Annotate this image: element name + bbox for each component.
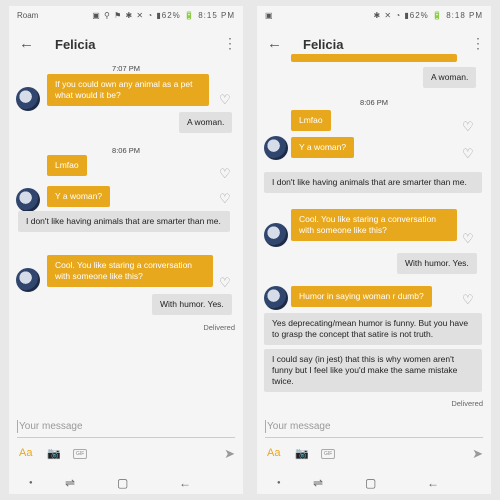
message-placeholder: Your message [267,421,331,432]
sent-bubble: Y a woman? [47,186,111,207]
contact-name: Felicia [55,37,96,52]
more-vert-icon[interactable]: ⋮ [471,35,485,52]
send-icon[interactable]: ➤ [472,446,483,462]
contact-name: Felicia [303,37,344,52]
delivered-status: Delivered [203,323,235,332]
avatar[interactable] [16,188,40,212]
nav-back-icon[interactable]: ← [427,476,439,490]
sent-bubble-partial [291,54,457,62]
sent-bubble: Cool. You like staring a conversation wi… [47,255,213,287]
dot-indicator: ● [277,480,281,486]
heart-icon[interactable]: ♡ [462,146,474,162]
heart-icon[interactable]: ♡ [219,92,231,108]
sent-bubble: Cool. You like staring a conversation wi… [291,209,457,241]
send-icon[interactable]: ➤ [224,446,235,462]
recent-apps-icon[interactable]: ⇌ [65,476,75,490]
received-bubble: With humor. Yes. [152,294,232,315]
status-icons: ▣ ⚲ ⚑ ✱ ✕ ◔ ▮62% 🔋 8:15 PM [92,11,235,20]
received-bubble: A woman. [179,112,233,133]
text-caret [17,420,18,433]
received-bubble: Yes deprecating/mean humor is funny. But… [264,313,482,345]
heart-icon[interactable]: ♡ [219,275,231,291]
received-bubble: A woman. [423,67,477,88]
avatar[interactable] [264,136,288,160]
message-input[interactable]: Your message [9,413,243,443]
home-icon[interactable]: ▢ [365,476,376,490]
timestamp: 8:06 PM [112,146,140,155]
received-bubble: With humor. Yes. [397,253,477,274]
heart-icon[interactable]: ♡ [462,292,474,308]
gif-button[interactable]: GIF [73,449,88,459]
avatar[interactable] [16,87,40,111]
input-underline [265,437,483,438]
avatar[interactable] [264,286,288,310]
status-bar: ▣ ✱ ✕ ◔ ▮62% 🔋 8:18 PM [257,6,491,26]
heart-icon[interactable]: ♡ [219,166,231,182]
text-format-button[interactable]: Aa [19,447,32,459]
received-bubble: I could say (in jest) that this is why w… [264,349,482,392]
sent-bubble: If you could own any animal as a pet wha… [47,74,209,106]
system-nav-bar: ● ⇌ ▢ ← [257,472,491,494]
home-icon[interactable]: ▢ [117,476,128,490]
received-bubble: I don't like having animals that are sma… [264,172,482,193]
sent-bubble: Y a woman? [291,137,355,158]
text-caret [265,420,266,433]
composer-toolbar: Aa 📷 GIF ➤ [257,443,491,467]
chat-screen-left: Roam ▣ ⚲ ⚑ ✱ ✕ ◔ ▮62% 🔋 8:15 PM ← Felici… [9,6,243,494]
timestamp: 8:06 PM [360,98,388,107]
message-input[interactable]: Your message [257,413,491,443]
heart-icon[interactable]: ♡ [462,119,474,135]
back-arrow-icon[interactable]: ← [267,35,282,52]
system-nav-bar: ● ⇌ ▢ ← [9,472,243,494]
notification-icon: ▣ [265,11,273,20]
chat-header: ← Felicia ⋮ [9,26,243,64]
input-underline [17,437,235,438]
avatar[interactable] [264,223,288,247]
sent-bubble: Lmfao [291,110,331,131]
gif-button[interactable]: GIF [321,449,336,459]
camera-icon[interactable]: 📷 [47,447,61,460]
back-arrow-icon[interactable]: ← [19,35,34,52]
sent-bubble: Lmfao [47,155,87,176]
nav-back-icon[interactable]: ← [179,476,191,490]
camera-icon[interactable]: 📷 [295,447,309,460]
delivered-status: Delivered [451,399,483,408]
message-placeholder: Your message [19,421,83,432]
carrier-label: Roam [17,11,39,20]
more-vert-icon[interactable]: ⋮ [223,35,237,52]
sent-bubble: Humor in saying woman r dumb? [291,286,432,307]
heart-icon[interactable]: ♡ [462,231,474,247]
heart-icon[interactable]: ♡ [219,191,231,207]
recent-apps-icon[interactable]: ⇌ [313,476,323,490]
dot-indicator: ● [29,480,33,486]
chat-screen-right: ▣ ✱ ✕ ◔ ▮62% 🔋 8:18 PM ← Felicia ⋮ A wom… [257,6,491,494]
status-bar: Roam ▣ ⚲ ⚑ ✱ ✕ ◔ ▮62% 🔋 8:15 PM [9,6,243,26]
status-icons: ✱ ✕ ◔ ▮62% 🔋 8:18 PM [373,11,483,20]
received-bubble: I don't like having animals that are sma… [18,211,230,232]
timestamp: 7:07 PM [112,64,140,73]
composer-toolbar: Aa 📷 GIF ➤ [9,443,243,467]
avatar[interactable] [16,268,40,292]
text-format-button[interactable]: Aa [267,447,280,459]
